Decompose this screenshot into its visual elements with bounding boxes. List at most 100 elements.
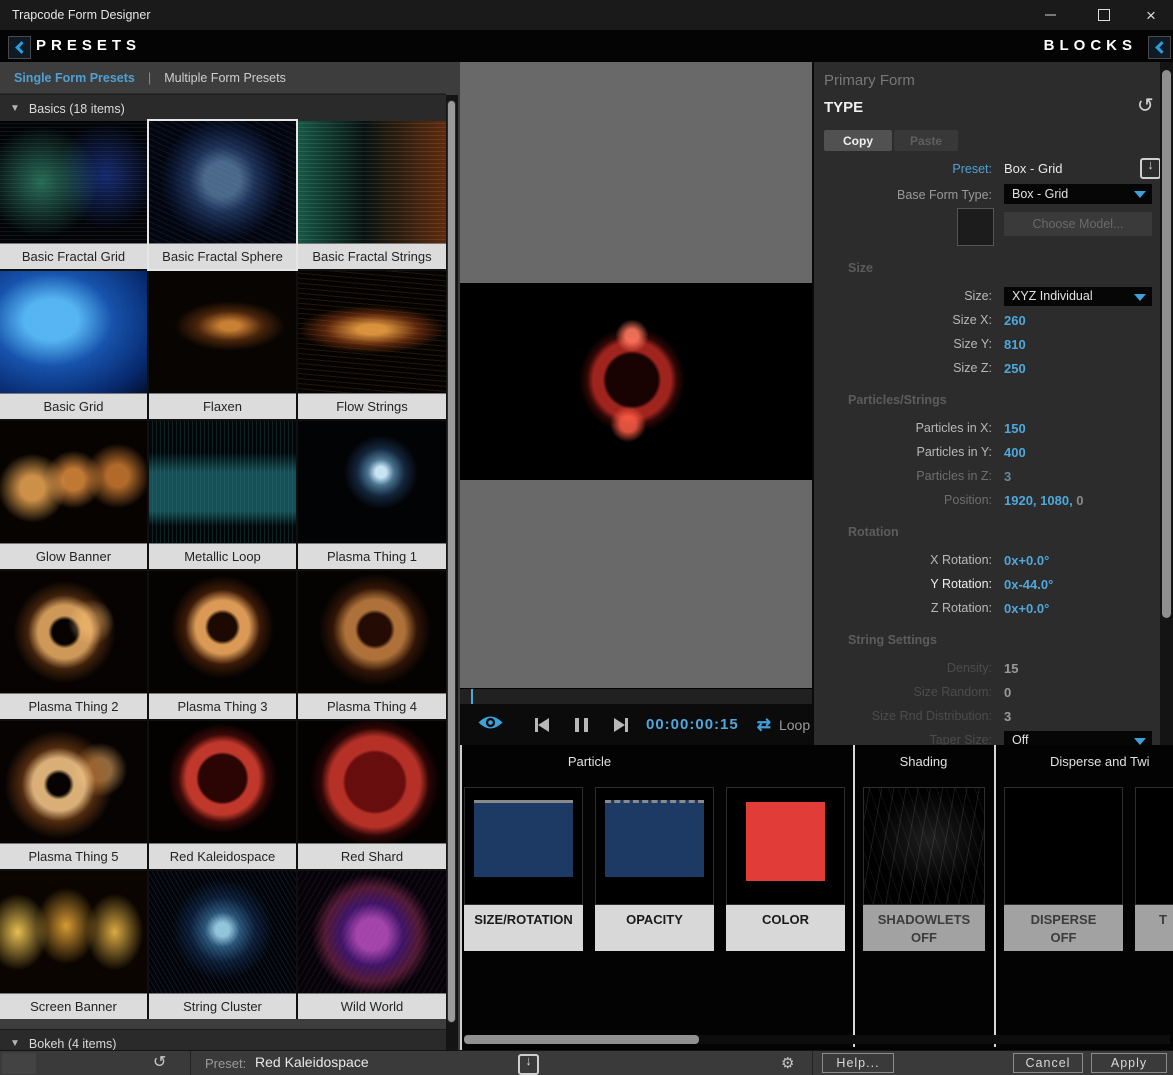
preset-item-red-shard[interactable]: Red Shard <box>298 721 446 869</box>
paste-button[interactable]: Paste <box>894 130 958 151</box>
param-row: X Rotation:0x+0.0° <box>814 548 1160 572</box>
collapse-triangle-icon: ▼ <box>10 1038 20 1049</box>
param-label: Particles in Y: <box>814 445 992 459</box>
loop-icon[interactable]: ⇄ <box>757 715 771 735</box>
maximize-button[interactable] <box>1082 0 1126 30</box>
param-label: Z Rotation: <box>814 601 992 615</box>
block-card-opacity[interactable]: OPACITY <box>595 787 714 951</box>
save-preset-button[interactable]: ↓ <box>518 1054 539 1075</box>
tab-multiple-form-presets[interactable]: Multiple Form Presets <box>164 71 286 85</box>
preset-list-scrollbar[interactable] <box>446 95 458 1050</box>
block-card-color[interactable]: COLOR <box>726 787 845 951</box>
preset-item-label: Flow Strings <box>298 393 446 419</box>
param-value[interactable]: 15 <box>1004 661 1018 676</box>
preset-browser: Single Form Presets | Multiple Form Pres… <box>0 62 460 1050</box>
preset-item-string-cluster[interactable]: String Cluster <box>149 871 296 1019</box>
base-form-type-dropdown[interactable]: Box - Grid <box>1004 184 1152 204</box>
preset-item-plasma1[interactable]: Plasma Thing 1 <box>298 421 446 569</box>
param-value[interactable]: 3 <box>1004 469 1011 484</box>
preset-item-flow-strings[interactable]: Flow Strings <box>298 271 446 419</box>
param-label: Size Y: <box>814 337 992 351</box>
blocks-horizontal-scrollbar[interactable] <box>464 1035 1170 1044</box>
loop-label[interactable]: Loop <box>779 717 810 733</box>
scrollbar-thumb[interactable] <box>464 1035 699 1044</box>
minimize-button[interactable] <box>1028 0 1072 30</box>
block-card-disperse[interactable]: DISPERSEOFF <box>1004 787 1123 951</box>
playhead[interactable] <box>471 689 473 705</box>
param-row: Size X:260 <box>814 308 1160 332</box>
param-value[interactable]: 1920, 1080, 0 <box>1004 493 1084 508</box>
presets-collapse-button[interactable] <box>8 36 31 59</box>
preset-item-red-kaleido[interactable]: Red Kaleidospace <box>149 721 296 869</box>
panel-scrollbar[interactable] <box>1160 62 1173 745</box>
preset-item-fractal-strings[interactable]: Basic Fractal Strings <box>298 121 446 269</box>
close-button[interactable]: × <box>1129 0 1173 30</box>
param-value[interactable]: 3 <box>1004 709 1011 724</box>
reset-preset-icon[interactable]: ↻ <box>153 1052 166 1072</box>
param-value[interactable]: 260 <box>1004 313 1026 328</box>
preset-item-plasma5[interactable]: Plasma Thing 5 <box>0 721 147 869</box>
bottom-left-button[interactable] <box>2 1053 36 1074</box>
block-card-size-rotation[interactable]: SIZE/ROTATION <box>464 787 583 951</box>
close-icon: × <box>1146 7 1156 24</box>
preset-item-fractal-grid[interactable]: Basic Fractal Grid <box>0 121 147 269</box>
preset-item-plasma2[interactable]: Plasma Thing 2 <box>0 571 147 719</box>
preset-item-label: Plasma Thing 5 <box>0 843 147 869</box>
chevron-left-icon <box>15 41 28 54</box>
preset-item-label: Red Shard <box>298 843 446 869</box>
settings-gear-icon[interactable]: ⚙ <box>781 1054 794 1072</box>
preset-item-glow-banner[interactable]: Glow Banner <box>0 421 147 569</box>
preset-item-metallic-loop[interactable]: Metallic Loop <box>149 421 296 569</box>
tab-single-form-presets[interactable]: Single Form Presets <box>14 71 135 85</box>
apply-button[interactable]: Apply <box>1091 1053 1167 1073</box>
param-dropdown[interactable]: XYZ Individual <box>1004 287 1152 306</box>
preset-thumbnail <box>149 721 296 843</box>
pause-button[interactable] <box>575 718 588 732</box>
param-value[interactable]: 0x+0.0° <box>1004 553 1049 568</box>
cancel-button[interactable]: Cancel <box>1013 1053 1083 1073</box>
param-value[interactable]: 0 <box>1004 685 1011 700</box>
preset-item-screen-banner[interactable]: Screen Banner <box>0 871 147 1019</box>
preset-item-basic-grid[interactable]: Basic Grid <box>0 271 147 419</box>
param-value[interactable]: 0x-44.0° <box>1004 577 1053 592</box>
preset-thumbnail <box>149 571 296 693</box>
playback-bar: 00:00:00:15 ⇄ Loop <box>460 704 812 745</box>
choose-model-button[interactable]: Choose Model... <box>1004 212 1152 236</box>
block-card-shadowlets[interactable]: SHADOWLETSOFF <box>863 787 985 951</box>
section-header-basics[interactable]: ▼ Basics (18 items) <box>0 94 446 123</box>
save-preset-button[interactable]: ↓ <box>1140 158 1161 179</box>
parameter-groups: SizeSize:XYZ IndividualSize X:260Size Y:… <box>814 248 1160 752</box>
reset-icon[interactable]: ↻ <box>1137 93 1154 118</box>
param-value[interactable]: 150 <box>1004 421 1026 436</box>
block-thumbnail <box>595 787 714 905</box>
go-to-end-button[interactable] <box>614 718 628 732</box>
param-label: Y Rotation: <box>814 577 992 591</box>
param-value[interactable]: 250 <box>1004 361 1026 376</box>
maximize-icon <box>1098 9 1110 21</box>
preset-item-plasma3[interactable]: Plasma Thing 3 <box>149 571 296 719</box>
help-button[interactable]: Help... <box>822 1053 894 1073</box>
scrollbar-thumb[interactable] <box>1162 70 1171 618</box>
block-thumbnail <box>464 787 583 905</box>
preset-item-wild-world[interactable]: Wild World <box>298 871 446 1019</box>
block-label: OPACITY <box>595 905 714 951</box>
param-value-text: 1920, 1080, <box>1004 493 1073 508</box>
param-value-text: 0x+0.0° <box>1004 601 1049 616</box>
param-value[interactable]: 0x+0.0° <box>1004 601 1049 616</box>
param-value[interactable]: 810 <box>1004 337 1026 352</box>
preset-item-fractal-sphere[interactable]: Basic Fractal Sphere <box>149 121 296 269</box>
blocks-collapse-button[interactable] <box>1148 36 1171 59</box>
section-divider <box>994 745 996 1047</box>
timeline[interactable] <box>460 688 812 704</box>
preset-item-label: Plasma Thing 1 <box>298 543 446 569</box>
go-to-start-button[interactable] <box>535 718 549 732</box>
current-preset-value: Red Kaleidospace <box>255 1054 369 1070</box>
block-card-t[interactable]: T <box>1135 787 1173 951</box>
glow-banner-thumbnail-image <box>0 421 147 543</box>
preset-item-plasma4[interactable]: Plasma Thing 4 <box>298 571 446 719</box>
preview-visibility-button[interactable] <box>477 714 504 736</box>
scrollbar-thumb[interactable] <box>447 100 456 1023</box>
param-value[interactable]: 400 <box>1004 445 1026 460</box>
preset-item-flaxen[interactable]: Flaxen <box>149 271 296 419</box>
copy-button[interactable]: Copy <box>824 130 892 151</box>
